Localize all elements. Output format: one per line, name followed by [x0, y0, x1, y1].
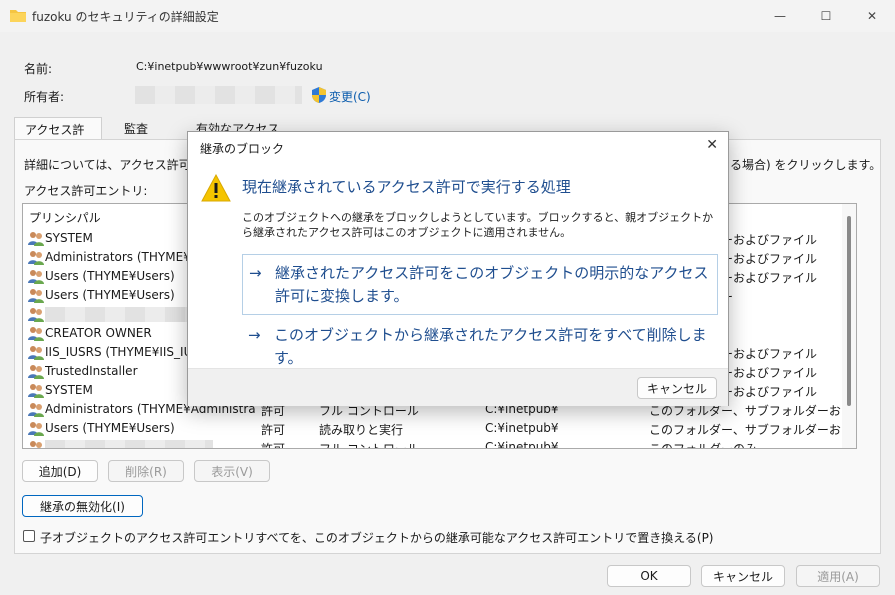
maximize-button[interactable]: ☐	[803, 0, 849, 32]
user-group-icon	[28, 346, 44, 360]
security-window: fuzoku のセキュリティの詳細設定 — ☐ ✕ 名前: C:¥inetpub…	[0, 0, 895, 595]
name-value: C:¥inetpub¥wwwroot¥zun¥fuzoku	[136, 60, 323, 73]
disable-inheritance-button[interactable]: 継承の無効化(I)	[22, 495, 143, 517]
owner-label: 所有者:	[24, 90, 65, 104]
description-text: 詳細については、アクセス許可エ	[24, 158, 203, 172]
dialog-cancel-button[interactable]: キャンセル	[637, 377, 717, 399]
maximize-icon: ☐	[820, 9, 832, 23]
ok-button[interactable]: OK	[607, 565, 691, 587]
cell-principal: Users (THYME¥Users)	[45, 421, 175, 435]
block-inheritance-dialog: 継承のブロック ✕ 現在継承されているアクセス許可で実行する処理 このオブジェク…	[187, 131, 729, 406]
user-group-icon	[30, 441, 42, 448]
table-row[interactable]: 許可 フル コントロール C:¥inetpub¥ このフォルダーのみ	[23, 438, 856, 449]
tab-audit[interactable]: 監査	[114, 117, 174, 139]
dialog-footer: キャンセル	[188, 368, 728, 406]
redacted-principal	[45, 440, 213, 448]
cell-access: 読み取りと実行	[319, 423, 404, 437]
dialog-heading: 現在継承されているアクセス許可で実行する処理	[242, 178, 571, 196]
replace-child-permissions-label: 子オブジェクトのアクセス許可エントリすべてを、このオブジェクトからの継承可能なア…	[40, 531, 714, 545]
add-button[interactable]: 追加(D)	[22, 460, 98, 482]
dialog-close-icon[interactable]: ✕	[706, 137, 718, 153]
cell-inherit: C:¥inetpub¥	[485, 421, 559, 435]
dialog-message: このオブジェクトへの継承をブロックしようとしています。ブロックすると、親オブジェ…	[242, 211, 714, 239]
window-title: fuzoku のセキュリティの詳細設定	[32, 10, 219, 24]
minimize-icon: —	[774, 9, 786, 23]
user-group-icon	[28, 251, 44, 265]
user-group-icon	[28, 270, 44, 284]
cell-inherit: C:¥inetpub¥	[485, 440, 559, 449]
warning-icon	[201, 174, 231, 202]
column-principal[interactable]: プリンシパル	[29, 209, 101, 226]
owner-value-redacted	[135, 86, 302, 104]
apply-button[interactable]: 適用(A)	[796, 565, 880, 587]
uac-shield-icon	[312, 87, 326, 103]
user-group-icon	[28, 365, 44, 379]
change-owner-link[interactable]: 変更(C)	[329, 88, 371, 105]
replace-child-permissions-checkbox[interactable]	[23, 530, 35, 542]
arrow-right-icon: →	[248, 326, 261, 344]
view-button[interactable]: 表示(V)	[194, 460, 270, 482]
cell-applies: このフォルダー、サブフォルダーおよびファイル	[649, 423, 845, 437]
list-scrollbar[interactable]	[842, 204, 856, 448]
description-text-end: る場合) をクリックします。	[730, 158, 882, 172]
minimize-button[interactable]: —	[757, 0, 803, 32]
convert-inherited-permissions-option[interactable]: → 継承されたアクセス許可をこのオブジェクトの明示的なアクセス許可に変換します。	[242, 254, 718, 315]
remove-button[interactable]: 削除(R)	[108, 460, 184, 482]
user-group-icon	[28, 308, 44, 322]
remove-inherited-permissions-option[interactable]: → このオブジェクトから継承されたアクセス許可をすべて削除します。	[242, 324, 718, 367]
tab-permissions[interactable]: アクセス許可	[14, 117, 102, 154]
close-icon: ✕	[866, 9, 878, 23]
cell-access: フル コントロール	[319, 442, 419, 449]
option-remove-label: このオブジェクトから継承されたアクセス許可をすべて削除します。	[274, 326, 707, 367]
scrollbar-thumb[interactable]	[847, 216, 851, 406]
dialog-title: 継承のブロック	[200, 142, 285, 156]
cell-type: 許可	[261, 442, 286, 449]
arrow-right-icon: →	[249, 264, 262, 282]
close-button[interactable]: ✕	[849, 0, 895, 32]
user-group-icon	[28, 403, 44, 417]
table-row[interactable]: Users (THYME¥Users) 許可 読み取りと実行 C:¥inetpub¥ こ…	[23, 419, 856, 438]
user-group-icon	[28, 384, 44, 398]
option-convert-label: 継承されたアクセス許可をこのオブジェクトの明示的なアクセス許可に変換します。	[275, 264, 709, 305]
entries-label: アクセス許可エントリ:	[24, 184, 148, 198]
cell-applies: このフォルダーのみ	[649, 442, 758, 449]
user-group-icon	[28, 232, 44, 246]
cancel-button[interactable]: キャンセル	[701, 565, 785, 587]
cell-type: 許可	[261, 423, 286, 437]
title-bar: fuzoku のセキュリティの詳細設定 — ☐ ✕	[0, 0, 895, 32]
user-group-icon	[28, 327, 44, 341]
user-group-icon	[28, 422, 44, 436]
folder-icon	[10, 10, 26, 22]
name-label: 名前:	[24, 62, 53, 76]
user-group-icon	[28, 289, 44, 303]
